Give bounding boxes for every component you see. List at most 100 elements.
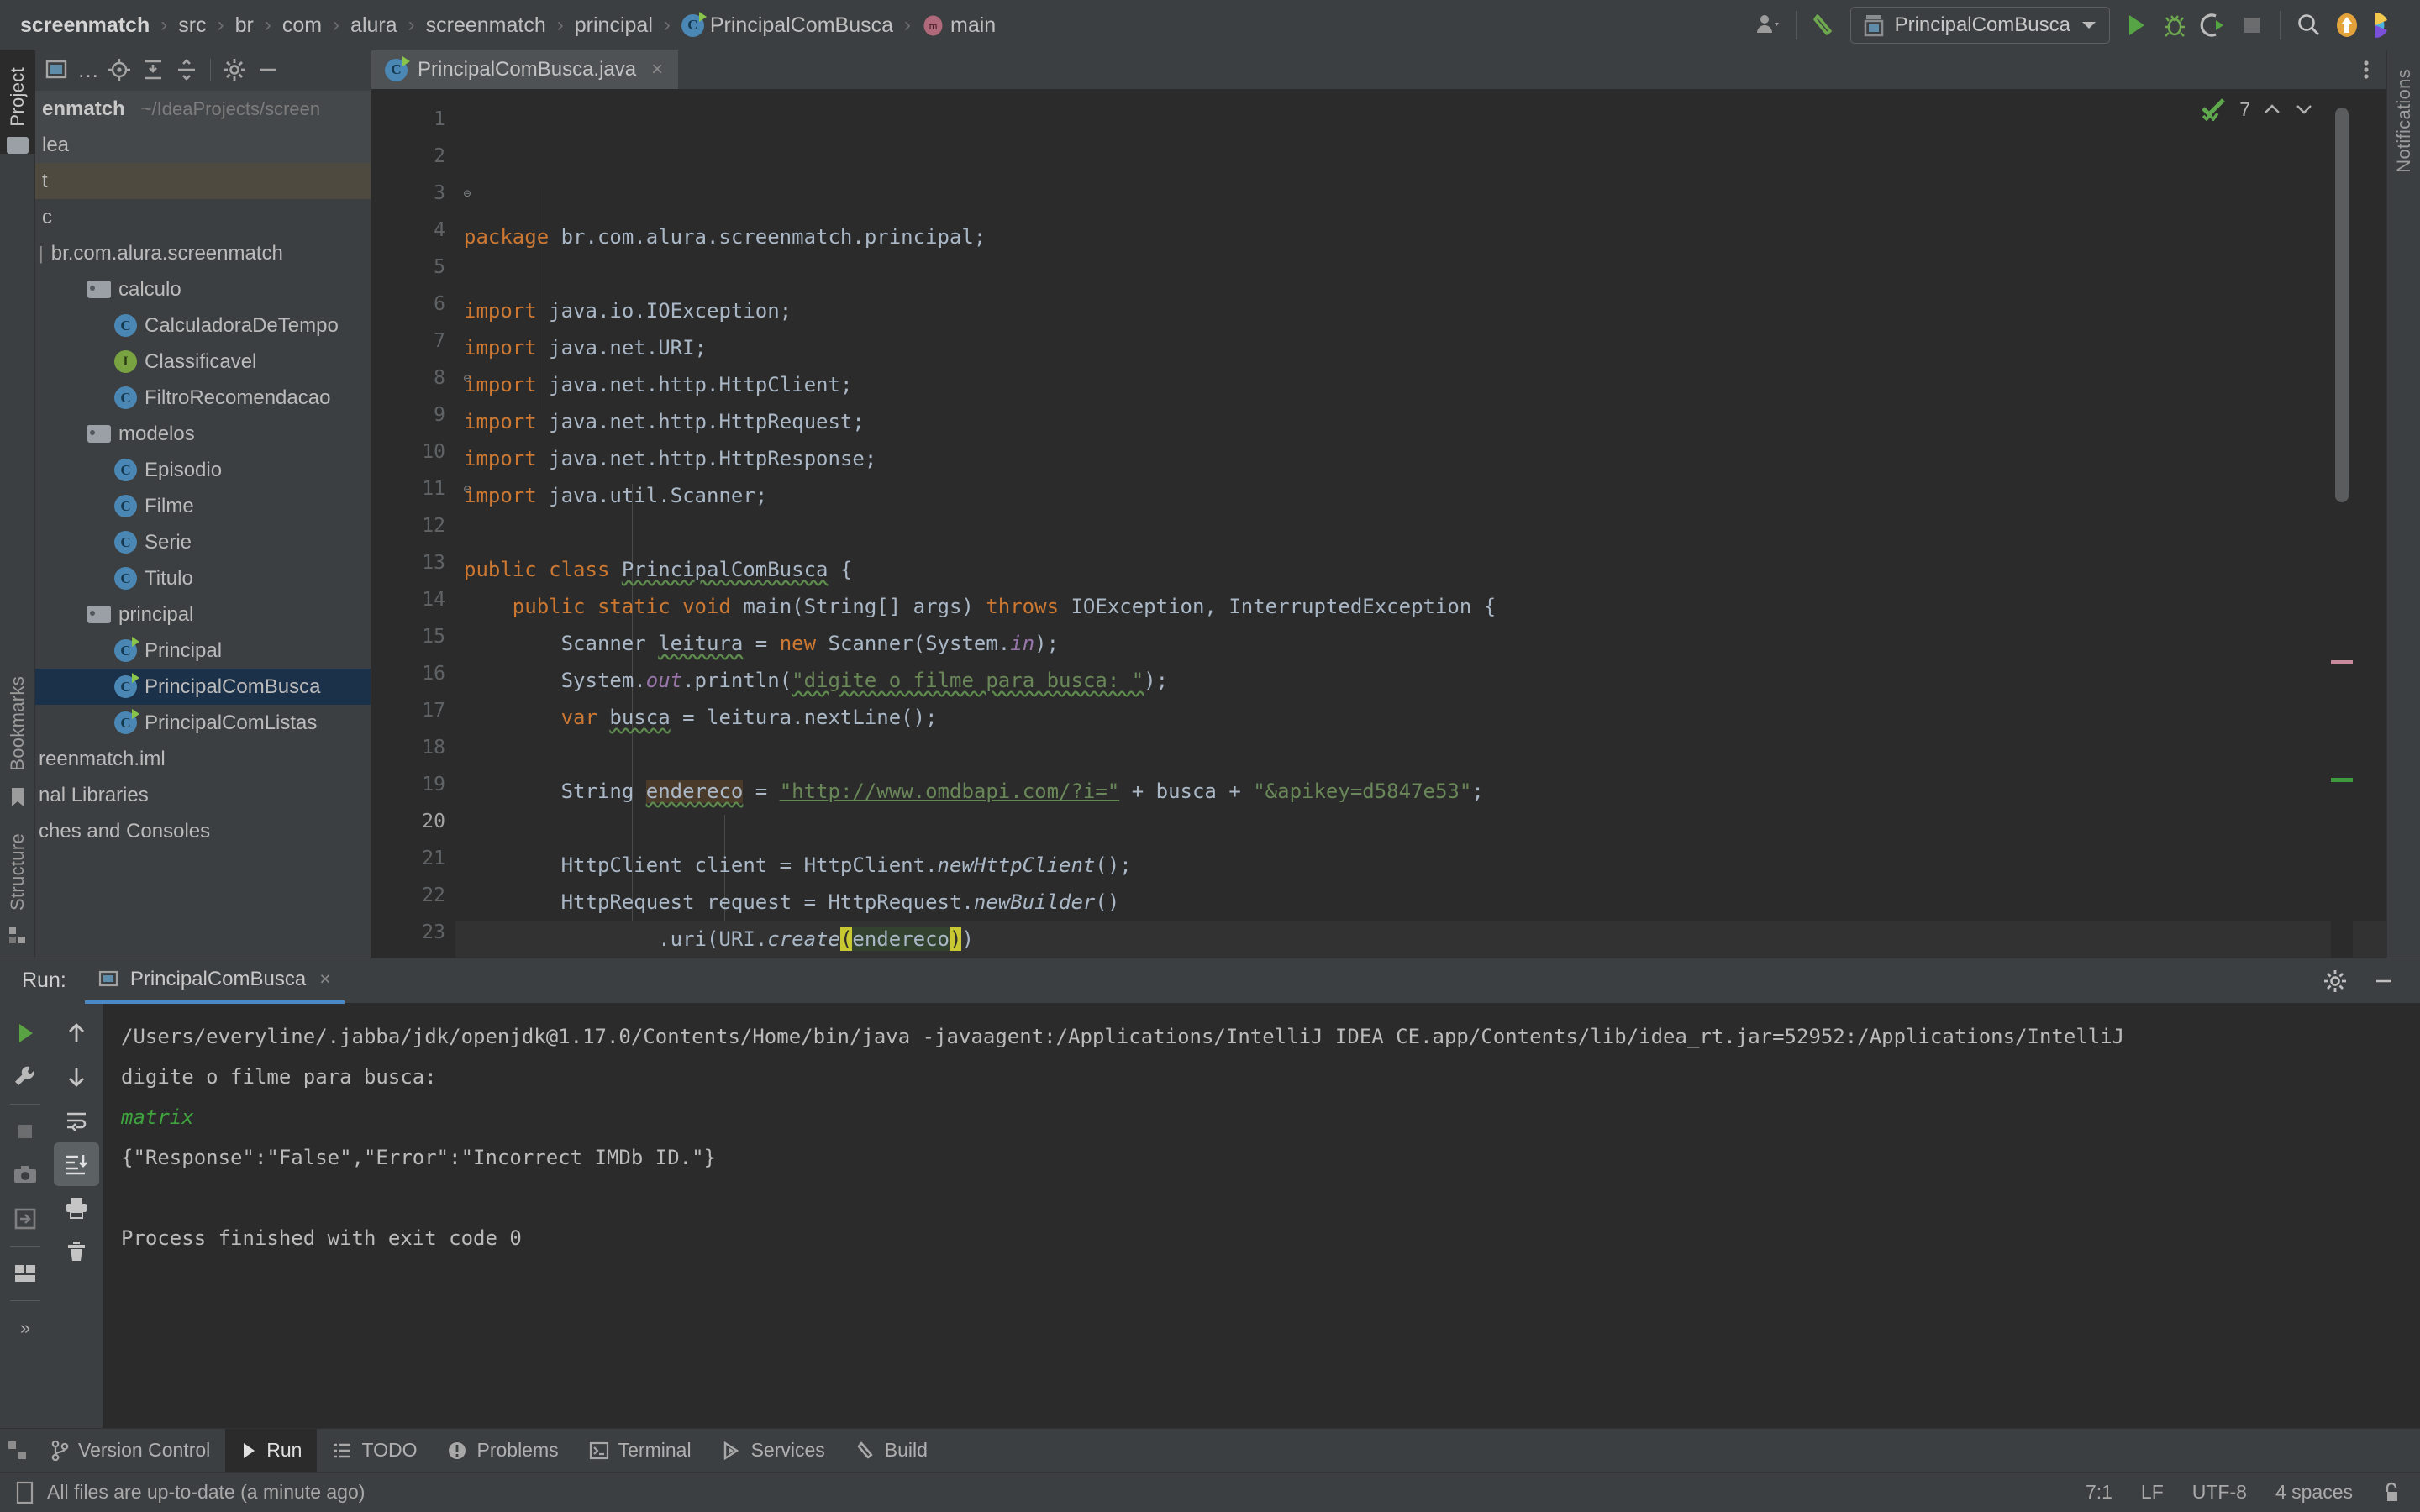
structure-icon[interactable]	[8, 926, 28, 946]
inspections-ok-icon[interactable]	[2201, 97, 2228, 121]
tree-item-idea[interactable]: lea	[35, 127, 371, 163]
collapse-all-icon[interactable]	[170, 53, 203, 87]
more-options-icon[interactable]	[2346, 50, 2386, 89]
tree-item-principal[interactable]: Principal	[35, 633, 371, 669]
code-line[interactable]: import java.net.URI;	[455, 329, 2386, 366]
code-line[interactable]: Scanner leitura = new Scanner(System.in)…	[455, 625, 2386, 662]
account-icon[interactable]	[1749, 6, 1787, 45]
run-tab-principalcombusca[interactable]: PrincipalComBusca ×	[84, 958, 345, 1004]
code-line[interactable]: String endereco = "http://www.omdbapi.co…	[455, 773, 2386, 810]
close-icon[interactable]: ×	[651, 58, 663, 81]
breadcrumb-item-br[interactable]: br	[234, 13, 255, 38]
tree-item-titulo[interactable]: Titulo	[35, 560, 371, 596]
chevron-down-icon[interactable]	[2294, 102, 2314, 117]
bottom-tab-build[interactable]: Build	[840, 1429, 943, 1472]
code-line[interactable]	[455, 736, 2386, 773]
bottom-tab-todo[interactable]: TODO	[317, 1429, 432, 1472]
stripe-button-project[interactable]: Project	[7, 60, 29, 134]
breadcrumb-item-project[interactable]: screenmatch	[18, 13, 151, 38]
build-hammer-icon[interactable]	[1805, 6, 1844, 45]
code-line[interactable]: HttpRequest request = HttpRequest.newBui…	[455, 884, 2386, 921]
breadcrumb-item-alura[interactable]: alura	[349, 13, 399, 38]
more-button[interactable]: »	[3, 1306, 48, 1350]
code-line[interactable]: .uri(URI.create(endereco))	[455, 921, 2386, 958]
arrow-up-icon[interactable]	[54, 1011, 99, 1055]
debug-icon[interactable]	[2155, 6, 2194, 45]
bottom-stripe-icon[interactable]	[0, 1429, 35, 1472]
arrow-down-icon[interactable]	[54, 1055, 99, 1099]
stripe-button-notifications[interactable]: Notifications	[2393, 62, 2415, 180]
stripe-button-structure[interactable]: Structure	[7, 827, 29, 917]
code-line[interactable]: import java.net.http.HttpRequest;	[455, 403, 2386, 440]
breadcrumb-item-com[interactable]: com	[281, 13, 324, 38]
tree-item-package-root[interactable]: | br.com.alura.screenmatch	[35, 235, 371, 271]
trash-icon[interactable]	[54, 1230, 99, 1273]
tree-item-serie[interactable]: Serie	[35, 524, 371, 560]
breadcrumb-item-principal[interactable]: principal	[573, 13, 655, 38]
run-with-coverage-icon[interactable]	[2194, 6, 2233, 45]
update-project-icon[interactable]	[2328, 6, 2366, 45]
bottom-tab-services[interactable]: Services	[707, 1429, 840, 1472]
code-line[interactable]: var busca = leitura.nextLine();	[455, 699, 2386, 736]
scrollbar-thumb[interactable]	[2335, 108, 2349, 502]
indent-setting[interactable]: 4 spaces	[2275, 1481, 2353, 1504]
print-icon[interactable]	[54, 1186, 99, 1230]
code-text[interactable]: package br.com.alura.screenmatch.princip…	[455, 89, 2386, 958]
export-button[interactable]	[3, 1197, 48, 1241]
tree-item-src[interactable]: c	[35, 199, 371, 235]
code-editor[interactable]: 1 2 3 ⊖ 4 5 6 7 8 ⊖ 9 10 11 ⊖ 12 13 14 15 1…	[371, 89, 2386, 958]
run-configuration-selector[interactable]: PrincipalComBusca	[1849, 7, 2110, 44]
change-marker[interactable]	[2331, 778, 2353, 782]
tree-item-out[interactable]: t	[35, 163, 371, 199]
search-everywhere-icon[interactable]	[2289, 6, 2328, 45]
file-encoding[interactable]: UTF-8	[2192, 1481, 2247, 1504]
breadcrumb-item-src[interactable]: src	[176, 13, 208, 38]
tree-item-classificavel[interactable]: Classificavel	[35, 344, 371, 380]
screenshot-button[interactable]	[3, 1153, 48, 1197]
code-line[interactable]: System.out.println("digite o filme para …	[455, 662, 2386, 699]
inspections-widget[interactable]: 7	[2201, 97, 2314, 121]
tree-item-episodio[interactable]: Episodio	[35, 452, 371, 488]
bottom-tab-version-control[interactable]: Version Control	[35, 1429, 225, 1472]
tree-item-principalcomlistas[interactable]: PrincipalComListas	[35, 705, 371, 741]
error-marker[interactable]	[2331, 660, 2353, 664]
code-line[interactable]: package br.com.alura.screenmatch.princip…	[455, 218, 2386, 255]
caret-position[interactable]: 7:1	[2086, 1481, 2112, 1504]
project-view-more[interactable]: …	[74, 53, 103, 87]
breadcrumb-item-class[interactable]: PrincipalComBusca	[680, 11, 895, 38]
breadcrumb-item-method[interactable]: m main	[920, 13, 997, 38]
unlocked-icon[interactable]	[2381, 1482, 2402, 1504]
tree-item-filme[interactable]: Filme	[35, 488, 371, 524]
rerun-button[interactable]	[3, 1011, 48, 1055]
console-output[interactable]: /Users/everyline/.jabba/jdk/openjdk@1.17…	[103, 1003, 2420, 1428]
tree-item-principal-folder[interactable]: principal	[35, 596, 371, 633]
line-separator[interactable]: LF	[2141, 1481, 2164, 1504]
soft-wrap-icon[interactable]	[54, 1099, 99, 1142]
code-line[interactable]	[455, 514, 2386, 551]
tree-item-calculadoradetempo[interactable]: CalculadoraDeTempo	[35, 307, 371, 344]
layout-button[interactable]	[3, 1252, 48, 1295]
breadcrumb-item-screenmatch[interactable]: screenmatch	[424, 13, 548, 38]
tree-item-scratches-and-consoles[interactable]: ches and Consoles	[35, 813, 371, 849]
bookmark-icon[interactable]	[8, 786, 27, 808]
code-line[interactable]: public static void main(String[] args) t…	[455, 588, 2386, 625]
expand-all-icon[interactable]	[136, 53, 170, 87]
minimize-icon[interactable]	[2361, 959, 2407, 1003]
tree-item-iml-file[interactable]: reenmatch.iml	[35, 741, 371, 777]
code-line[interactable]	[455, 810, 2386, 847]
gear-icon[interactable]	[218, 53, 251, 87]
tree-item-principalcombusca[interactable]: PrincipalComBusca	[35, 669, 371, 705]
gear-icon[interactable]	[2312, 959, 2358, 1003]
tree-item-external-libraries[interactable]: nal Libraries	[35, 777, 371, 813]
tree-item-project-root[interactable]: enmatch ~/IdeaProjects/screen	[35, 91, 371, 127]
editor-tab-principalcombusca[interactable]: PrincipalComBusca.java ×	[371, 50, 679, 89]
intellij-logo-icon[interactable]	[2366, 6, 2405, 45]
tree-item-modelos[interactable]: modelos	[35, 416, 371, 452]
close-icon[interactable]: ×	[319, 968, 330, 990]
code-line[interactable]: HttpClient client = HttpClient.newHttpCl…	[455, 847, 2386, 884]
minimize-icon[interactable]	[251, 53, 285, 87]
editor-scrollbar[interactable]	[2331, 89, 2353, 958]
project-view-selector[interactable]	[40, 53, 74, 87]
code-line[interactable]: import java.io.IOException;	[455, 292, 2386, 329]
chevron-down-icon[interactable]	[2081, 19, 2097, 31]
